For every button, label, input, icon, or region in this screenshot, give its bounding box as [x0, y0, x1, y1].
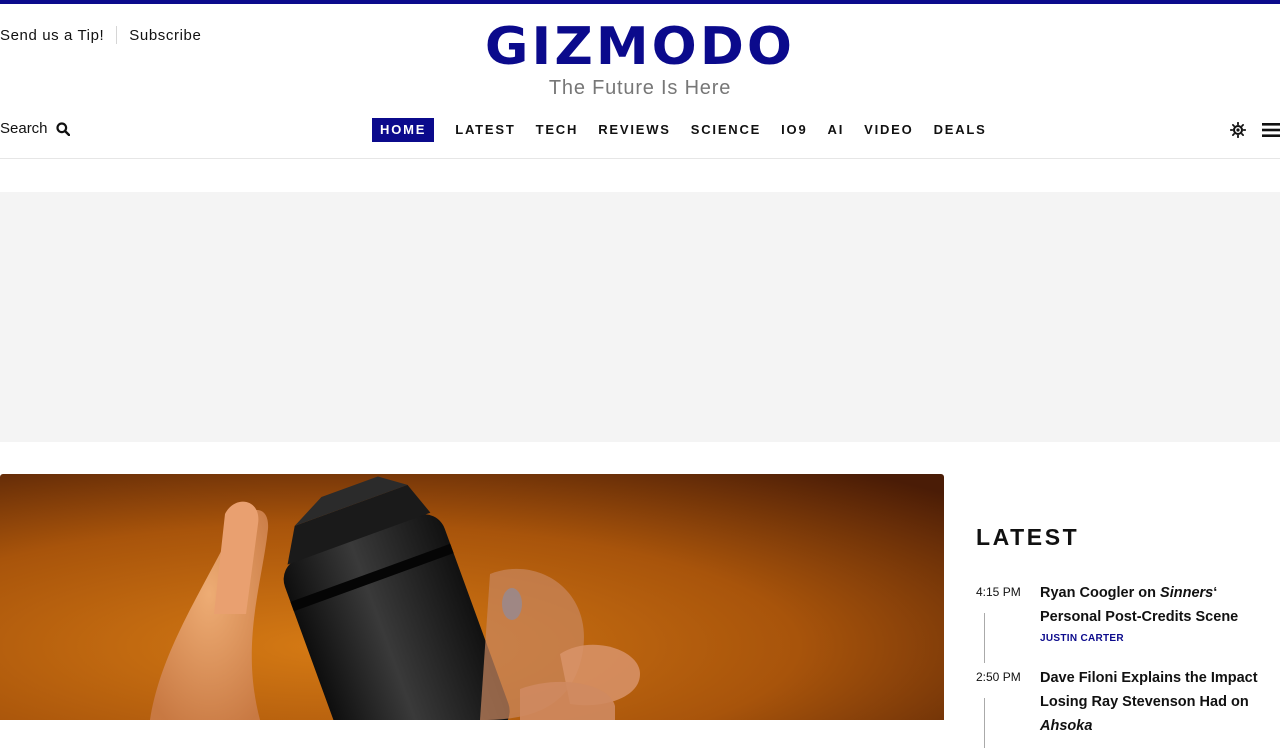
featured-image[interactable] [0, 474, 944, 720]
nav-item-video[interactable]: VIDEO [856, 118, 921, 142]
subscribe-link[interactable]: Subscribe [129, 27, 201, 44]
story-title-link[interactable]: Dave Filoni Explains the Impact Losing R… [1040, 666, 1280, 738]
nav-item-latest[interactable]: LATEST [447, 118, 523, 142]
story-author-link[interactable]: JUSTIN CARTER [1040, 633, 1280, 644]
search-icon [55, 121, 70, 136]
hamburger-menu-icon[interactable] [1262, 122, 1280, 138]
nav-item-tech[interactable]: TECH [528, 118, 587, 142]
latest-story: 4:15 PM Ryan Coogler on Sinners‘ Persona… [976, 581, 1280, 663]
story-title-link[interactable]: Ryan Coogler on Sinners‘ Personal Post-C… [1040, 581, 1280, 629]
logo-wordmark: GIZMODO [484, 17, 796, 77]
top-accent-bar [0, 0, 1280, 4]
latest-story: 2:50 PM Dave Filoni Explains the Impact … [976, 666, 1280, 748]
latest-story-list: 4:15 PM Ryan Coogler on Sinners‘ Persona… [976, 581, 1280, 748]
nav-item-deals[interactable]: DEALS [926, 118, 995, 142]
divider [116, 26, 118, 44]
main-nav: HOME LATEST TECH REVIEWS SCIENCE IO9 AI … [372, 118, 999, 142]
story-time: 4:15 PM [976, 585, 1021, 599]
site-logo[interactable]: GIZMODO The Future Is Here [440, 18, 840, 100]
utility-links: Send us a Tip! Subscribe [0, 26, 201, 44]
nav-item-science[interactable]: SCIENCE [683, 118, 769, 142]
sun-icon[interactable] [1230, 122, 1246, 138]
logo-tagline: The Future Is Here [548, 77, 732, 99]
nav-item-home[interactable]: HOME [372, 118, 435, 142]
search-button[interactable]: Search [0, 120, 70, 137]
latest-sidebar: LATEST 4:15 PM Ryan Coogler on Sinners‘ … [976, 524, 1280, 748]
story-time: 2:50 PM [976, 670, 1021, 684]
latest-heading: LATEST [976, 524, 1080, 550]
ad-placeholder [0, 192, 1280, 442]
header-divider [0, 158, 1280, 159]
search-label: Search [0, 120, 48, 137]
timeline-line [984, 698, 985, 748]
nav-item-ai[interactable]: AI [820, 118, 853, 142]
timeline-line [984, 613, 985, 663]
nav-item-reviews[interactable]: REVIEWS [590, 118, 679, 142]
send-tip-link[interactable]: Send us a Tip! [0, 27, 104, 44]
nav-item-io9[interactable]: IO9 [773, 118, 815, 142]
